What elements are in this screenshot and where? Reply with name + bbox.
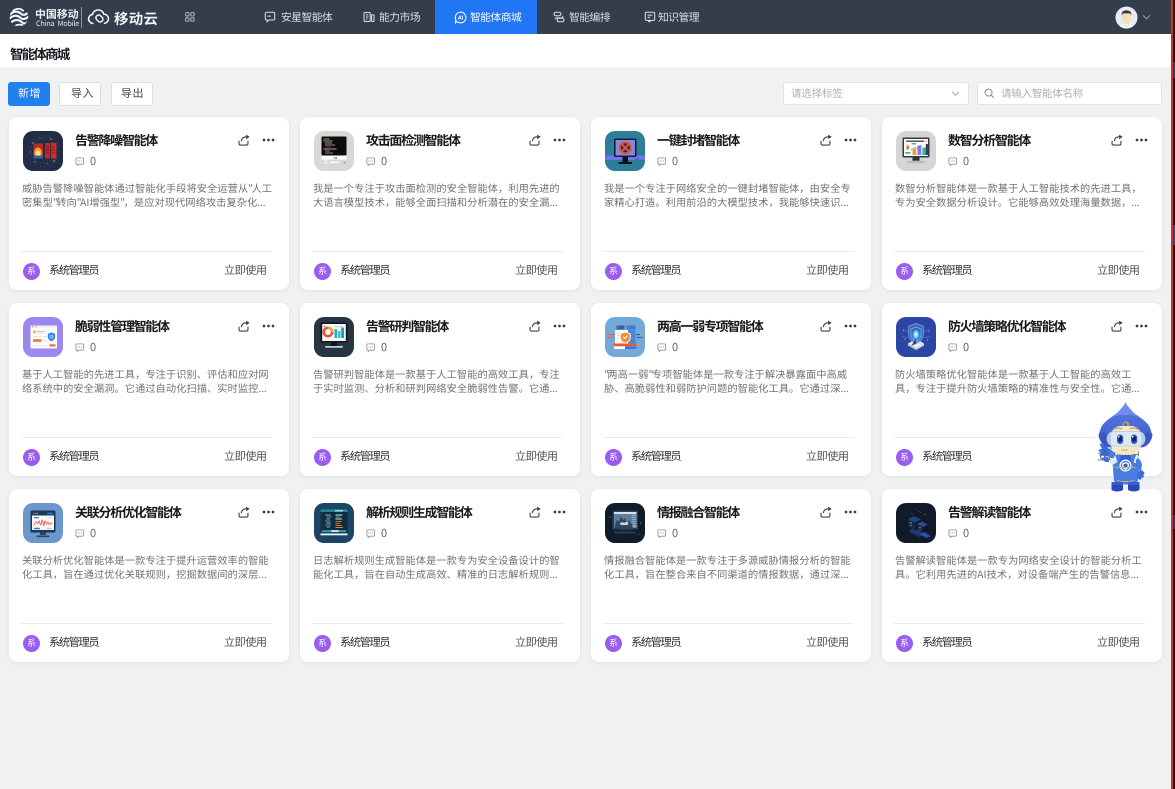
svg-text:AI: AI xyxy=(457,15,463,21)
